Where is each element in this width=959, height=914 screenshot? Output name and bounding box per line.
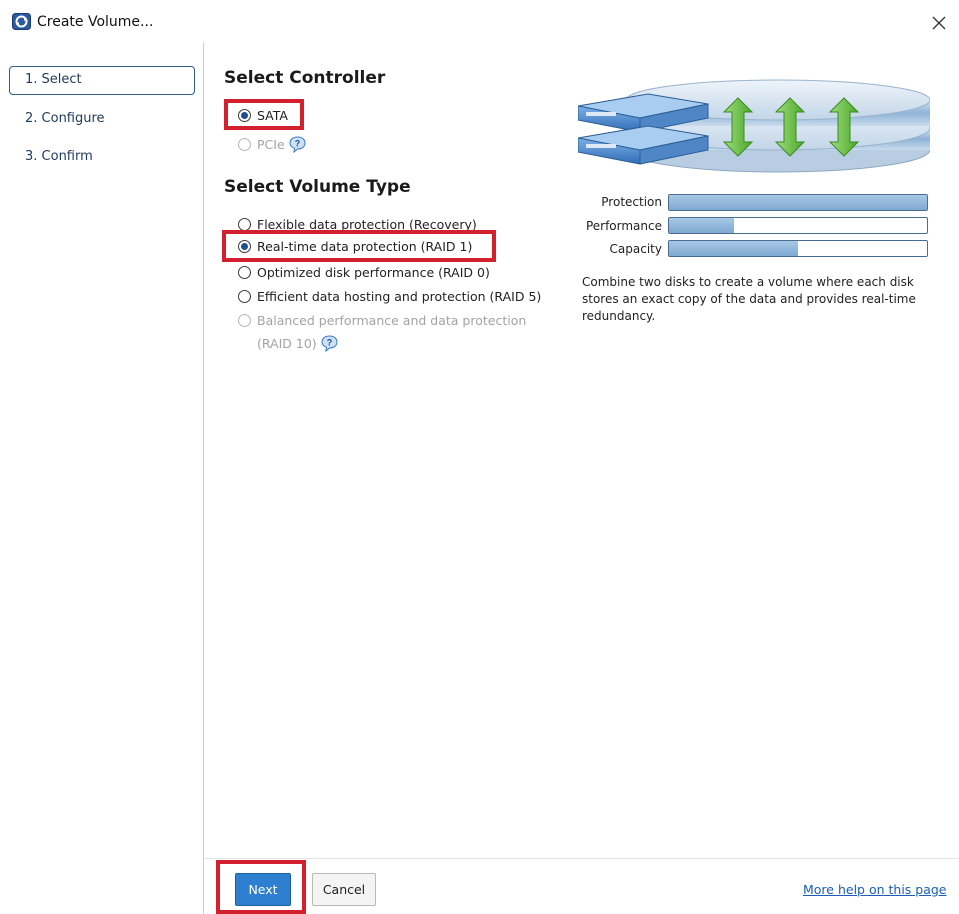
option-label: PCIe [257,137,285,152]
radio-selected[interactable] [238,109,251,122]
controller-option-sata[interactable]: SATA [238,108,288,123]
radio-unselected[interactable] [238,290,251,303]
capacity-label: Capacity [609,242,662,256]
protection-label: Protection [601,195,662,209]
svg-text:?: ? [294,139,300,149]
step-confirm[interactable]: 3. Confirm [9,143,195,172]
option-label: Optimized disk performance (RAID 0) [257,265,490,280]
step-select[interactable]: 1. Select [9,66,195,95]
option-label: SATA [257,108,288,123]
svg-text:?: ? [326,338,332,348]
select-controller-heading: Select Controller [224,68,386,88]
meter-fill [669,195,927,210]
close-button[interactable] [925,9,953,37]
cancel-button[interactable]: Cancel [312,873,376,906]
controller-option-pcie: PCIe ? [238,136,306,153]
option-label-line2: (RAID 10) [257,336,317,351]
window-title: Create Volume... [37,14,154,30]
volume-option-raid1[interactable]: Real-time data protection (RAID 1) [238,239,472,254]
volume-option-raid5[interactable]: Efficient data hosting and protection (R… [238,289,541,304]
volume-option-raid10-line2: (RAID 10) ? [257,335,338,352]
close-icon [932,16,946,30]
radio-disabled [238,138,251,151]
radio-unselected[interactable] [238,266,251,279]
help-icon[interactable]: ? [321,335,338,352]
raid-1-mirror-illustration [577,76,931,182]
more-help-link[interactable]: More help on this page [803,882,947,897]
capacity-meter [668,240,928,257]
option-label: Balanced performance and data protection [257,313,527,328]
step-configure[interactable]: 2. Configure [9,105,195,134]
volume-type-description: Combine two disks to create a volume whe… [582,275,916,323]
radio-unselected[interactable] [238,218,251,231]
help-icon[interactable]: ? [289,136,306,153]
option-label: Flexible data protection (Recovery) [257,217,477,232]
option-label: Efficient data hosting and protection (R… [257,289,542,304]
performance-meter [668,217,928,234]
volume-option-raid0[interactable]: Optimized disk performance (RAID 0) [238,265,490,280]
wizard-steps-sidebar: 1. Select 2. Configure 3. Confirm [0,42,204,914]
title-bar: Create Volume... [0,0,959,42]
volume-option-raid10: Balanced performance and data protection [238,313,526,328]
select-volume-type-heading: Select Volume Type [224,177,411,197]
volume-option-recovery[interactable]: Flexible data protection (Recovery) [238,217,477,232]
meter-fill [669,218,734,233]
footer-divider [204,858,959,859]
performance-label: Performance [585,219,662,233]
meter-fill [669,241,798,256]
radio-selected[interactable] [238,240,251,253]
option-label: Real-time data protection (RAID 1) [257,239,473,254]
radio-disabled [238,314,251,327]
next-button[interactable]: Next [235,873,291,906]
protection-meter [668,194,928,211]
raid-app-icon [12,13,31,30]
